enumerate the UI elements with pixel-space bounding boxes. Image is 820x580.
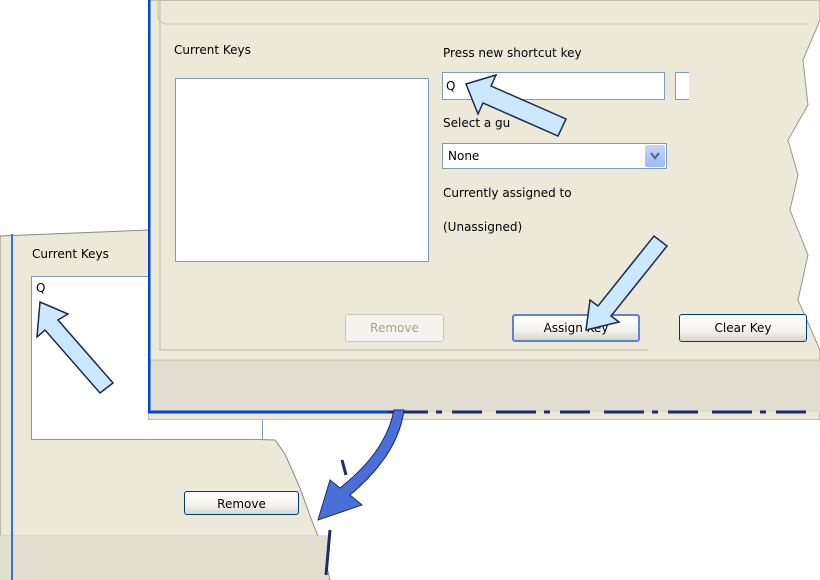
front-dialog: Current Keys Press new shortcut key Sele…: [148, 0, 820, 420]
list-item[interactable]: Q: [36, 281, 45, 295]
remove-button[interactable]: Remove: [345, 314, 444, 342]
current-keys-label: Current Keys: [32, 247, 109, 261]
gesture-combo-value: None: [448, 149, 480, 163]
currently-assigned-value: (Unassigned): [443, 220, 523, 234]
current-keys-label: Current Keys: [174, 43, 251, 57]
chevron-down-icon[interactable]: [645, 145, 665, 167]
shortcut-key-input[interactable]: [442, 72, 665, 100]
gesture-combo[interactable]: None: [442, 143, 667, 169]
select-gesture-label: Select a gu: [443, 116, 511, 130]
current-keys-list[interactable]: [175, 78, 429, 262]
currently-assigned-label: Currently assigned to: [443, 186, 572, 200]
shortcut-key-input-2[interactable]: [675, 72, 689, 100]
clear-key-button[interactable]: Clear Key: [679, 314, 807, 342]
press-shortcut-label: Press new shortcut key: [443, 46, 582, 60]
assign-key-button[interactable]: Assign Key: [512, 314, 640, 342]
remove-button[interactable]: Remove: [184, 491, 299, 515]
